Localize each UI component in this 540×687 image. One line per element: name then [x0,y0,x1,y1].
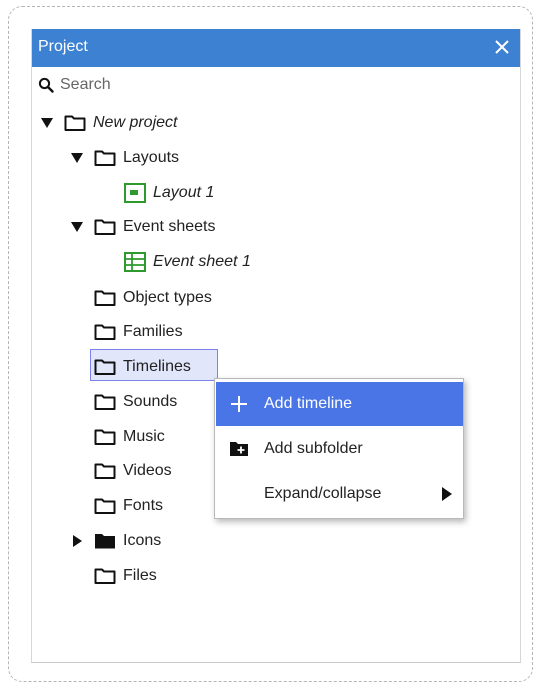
tree-item-label: Layout 1 [153,184,215,201]
search-icon [38,77,54,93]
add-folder-icon [230,442,248,456]
folder-icon [94,219,116,235]
folder-icon [64,115,86,131]
tree-item-families[interactable]: Families [94,318,183,346]
submenu-arrow-icon [442,487,452,501]
event-sheet-icon [124,252,146,272]
tree-item-label: Object types [123,289,212,306]
expand-arrow-right-icon[interactable] [70,534,84,548]
tree-item-label: Music [123,428,165,445]
tree-item-files[interactable]: Files [94,562,157,590]
search-row [32,67,520,103]
expand-arrow-down-icon[interactable] [70,220,84,234]
tree-item-label: Files [123,567,157,584]
menu-item-label: Expand/collapse [264,485,382,502]
close-icon[interactable] [493,38,511,56]
tree-item-timelines[interactable]: Timelines [94,353,191,381]
tree-item-sounds[interactable]: Sounds [94,388,177,416]
tree-item-label: Icons [123,532,162,549]
layout-icon [124,183,146,203]
tree-item-event-sheets[interactable]: Event sheets [70,213,216,241]
tree-item-label: Fonts [123,497,164,514]
folder-icon [94,463,116,479]
panel-title: Project [38,38,88,55]
tree-item-label: Families [123,323,183,340]
tree-item-event-sheet-1[interactable]: Event sheet 1 [124,248,251,276]
menu-item-label: Add subfolder [264,440,363,457]
context-menu: Add timeline Add subfolder Expand/collap… [214,378,464,519]
folder-icon [94,324,116,340]
folder-icon [94,429,116,445]
tree-item-fonts[interactable]: Fonts [94,492,163,520]
tree-item-new-project[interactable]: New project [40,109,177,137]
folder-icon [94,498,116,514]
tree-item-object-types[interactable]: Object types [94,284,212,312]
menu-item-expand-collapse[interactable]: Expand/collapse [216,472,463,516]
panel-header: Project [32,29,520,67]
folder-icon [94,290,116,306]
expand-arrow-down-icon[interactable] [70,151,84,165]
menu-item-add-timeline[interactable]: Add timeline [216,382,463,426]
tree-item-label: Timelines [123,358,191,375]
plus-icon [231,396,247,412]
tree-item-label: Event sheet 1 [153,253,251,270]
tree-item-label: New project [93,114,178,131]
menu-item-label: Add timeline [264,395,353,412]
tree-item-layouts[interactable]: Layouts [70,144,179,172]
menu-item-add-subfolder[interactable]: Add subfolder [216,427,463,471]
expand-arrow-down-icon[interactable] [40,116,54,130]
tree-item-label: Videos [123,462,172,479]
folder-icon [94,394,116,410]
tree-item-music[interactable]: Music [94,423,165,451]
tree-item-label: Layouts [123,149,180,166]
tree-item-label: Sounds [123,393,178,410]
folder-icon [94,150,116,166]
search-input[interactable] [60,73,500,97]
folder-icon [94,359,116,375]
tree-item-label: Event sheets [123,218,216,235]
tree-item-icons[interactable]: Icons [70,527,161,555]
tree-item-videos[interactable]: Videos [94,457,172,485]
tree-item-layout-1[interactable]: Layout 1 [124,179,214,207]
folder-icon [94,568,116,584]
filled-folder-icon [95,534,115,549]
